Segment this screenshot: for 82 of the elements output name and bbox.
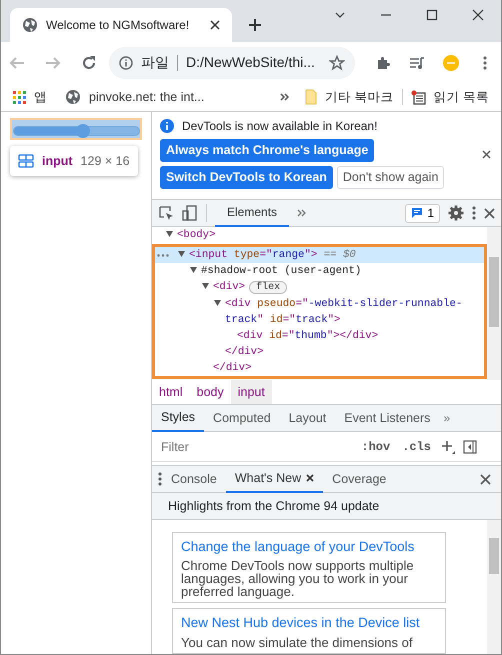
infobar-button[interactable]: Switch DevTools to Korean (160, 166, 333, 189)
address-bar[interactable]: 파일 D:/NewWebSite/thi... (109, 46, 355, 78)
folder-icon (305, 89, 318, 105)
close-icon[interactable] (480, 474, 491, 484)
media-queue-icon[interactable] (409, 54, 425, 70)
reload-icon[interactable] (81, 54, 97, 70)
globe-icon (22, 17, 38, 33)
panel-tab[interactable]: Elements (215, 200, 290, 226)
device-toolbar-icon[interactable] (182, 205, 198, 221)
expanded-triangle-icon[interactable] (166, 230, 173, 237)
close-icon[interactable] (210, 20, 220, 30)
expanded-triangle-icon[interactable] (178, 250, 185, 257)
maximize-icon[interactable] (426, 9, 438, 21)
close-icon[interactable] (306, 474, 314, 482)
sidebar-toggle-icon[interactable] (463, 440, 477, 454)
more-options-icon[interactable] (158, 472, 162, 486)
sidebar-tab[interactable]: Event Listeners (335, 404, 440, 432)
tooltip-size: 129 × 16 (80, 152, 130, 170)
browser-tab[interactable]: Welcome to NGMsoftware! (10, 8, 232, 42)
more-options-icon[interactable] (472, 206, 476, 220)
chat-icon (411, 207, 424, 219)
puzzle-icon[interactable] (375, 54, 391, 70)
address-url: D:/NewWebSite/thi... (186, 53, 316, 72)
dom-node[interactable]: <div pseudo="-webkit-slider-runnable-track" id="track"> (155, 296, 484, 328)
dom-node[interactable]: <div id="thumb"></div> (155, 328, 484, 344)
news-link[interactable]: Change the language of your DevTools (181, 537, 437, 558)
bookmark-link[interactable]: pinvoke.net: the int... (89, 88, 204, 106)
close-icon[interactable] (484, 208, 495, 218)
apps-bookmark[interactable]: 앱 (34, 88, 47, 106)
dom-node[interactable]: #shadow-root (user-agent) (155, 263, 484, 279)
reading-list-icon[interactable] (410, 90, 426, 104)
info-icon (119, 56, 133, 70)
infobar-button[interactable]: Always match Chrome's language (160, 139, 374, 162)
add-rule-icon[interactable] (441, 440, 455, 454)
news-text: Chrome DevTools now supports multiple languages, allowing you to work in your preferred language. (181, 559, 415, 598)
scrollbar[interactable] (487, 227, 501, 380)
flex-layout-icon (18, 154, 34, 168)
closing-tag: </div> (155, 344, 484, 360)
tab-title: Welcome to NGMsoftware! (46, 17, 190, 34)
slider-thumb[interactable] (76, 124, 90, 138)
more-bookmarks-icon[interactable] (280, 93, 290, 101)
settings-icon[interactable] (448, 205, 464, 221)
news-link[interactable]: New Nest Hub devices in the Device list (181, 613, 437, 634)
info-icon (160, 119, 174, 133)
inspect-icon[interactable] (158, 205, 174, 221)
close-icon[interactable] (472, 9, 484, 21)
expanded-triangle-icon[interactable] (214, 299, 221, 306)
new-tab-icon[interactable] (248, 18, 262, 32)
apps-grid-icon[interactable] (13, 90, 26, 104)
range-slider[interactable] (13, 126, 140, 136)
star-icon[interactable] (329, 54, 345, 70)
sidebar-tab[interactable]: Layout (280, 404, 336, 432)
more-tabs-icon[interactable] (297, 209, 306, 217)
breadcrumb[interactable]: body (190, 380, 231, 404)
globe-icon[interactable] (65, 89, 81, 105)
address-scheme: 파일 (141, 53, 169, 72)
infobar-button[interactable]: Don't show again (336, 166, 444, 189)
more-options-icon[interactable] (157, 254, 169, 257)
drawer-tab[interactable]: Coverage (323, 466, 396, 492)
more-tabs-icon[interactable]: » (443, 409, 450, 427)
reading-list[interactable]: 읽기 목록 (434, 88, 489, 106)
expanded-triangle-icon[interactable] (202, 282, 209, 289)
dom-node[interactable]: <input type="range"> == $0 (155, 247, 484, 263)
issues-button[interactable]: 1 (405, 204, 440, 222)
breadcrumb[interactable]: html (152, 380, 190, 404)
scrollbar[interactable] (487, 520, 501, 654)
news-text: You can now simulate the dimensions of (181, 636, 414, 648)
infobar-message: DevTools is now available in Korean! (182, 118, 378, 135)
breadcrumb[interactable]: input (230, 380, 272, 404)
tooltip-tag: input (42, 152, 73, 170)
toggle-button[interactable]: :hov (359, 438, 392, 456)
dom-node[interactable]: <div> flex (155, 279, 484, 296)
other-bookmarks[interactable]: 기타 북마크 (325, 88, 394, 106)
toggle-button[interactable]: .cls (400, 438, 433, 456)
expanded-triangle-icon[interactable] (190, 266, 197, 273)
dom-node[interactable]: <body> (152, 227, 487, 244)
drawer-tab[interactable]: Console (162, 466, 226, 492)
closing-tag: </div> (155, 360, 484, 376)
sidebar-tab[interactable]: Styles (152, 404, 204, 432)
close-icon[interactable] (482, 150, 491, 159)
section-heading: Highlights from the Chrome 94 update (152, 493, 501, 520)
sidebar-tab[interactable]: Computed (204, 404, 280, 432)
